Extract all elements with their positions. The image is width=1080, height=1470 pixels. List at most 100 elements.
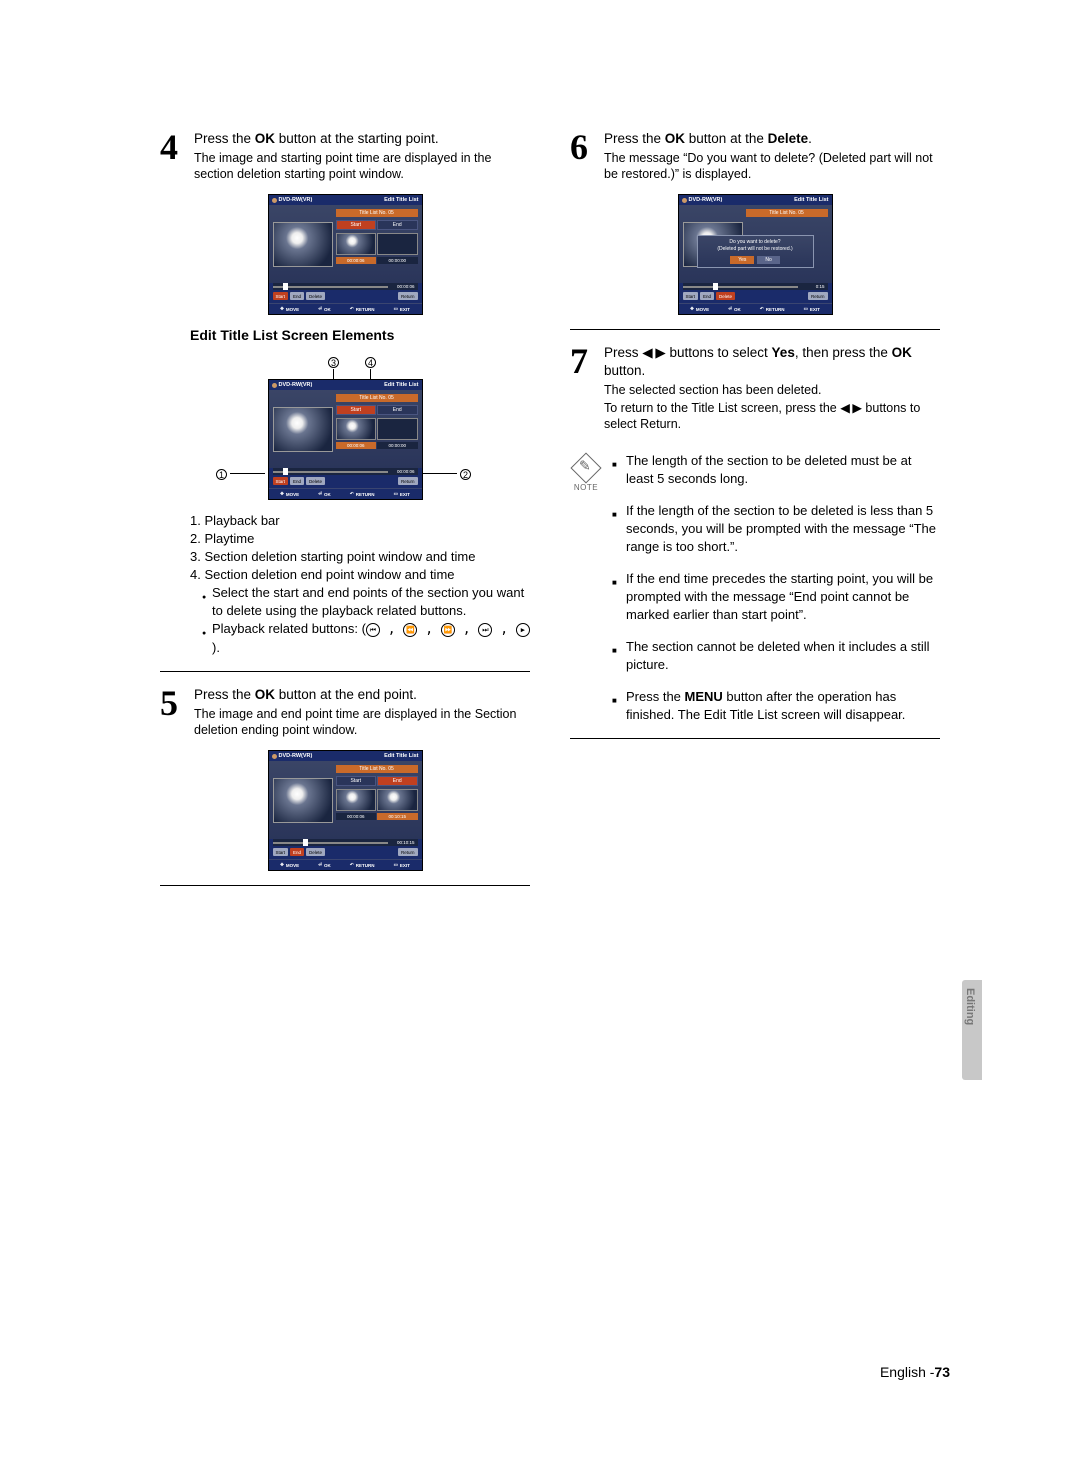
t: . <box>808 131 812 146</box>
btn-end: End <box>290 477 304 485</box>
title-list-no: Title List No. 05 <box>336 209 418 217</box>
fig-title: Edit Title List <box>794 197 828 203</box>
note-label: NOTE <box>570 483 602 492</box>
fig-title: Edit Title List <box>384 197 418 203</box>
end-thumb <box>377 233 418 255</box>
no-button: No <box>757 256 779 264</box>
btn-delete: Delete <box>306 848 325 856</box>
nav-move: ✥ MOVE <box>690 306 709 312</box>
nav-exit: ▭ EXIT <box>804 306 820 312</box>
end-label: End <box>377 776 418 786</box>
t: button at the <box>685 131 768 146</box>
step-number: 4 <box>160 130 186 182</box>
note-icon: NOTE <box>570 452 602 738</box>
t: Yes <box>772 345 795 360</box>
note-item: If the length of the section to be delet… <box>612 502 940 556</box>
dialog-line1: Do you want to delete? <box>701 239 810 246</box>
end-thumb <box>377 418 418 440</box>
btn-return: Return <box>398 477 418 485</box>
end-time: 00:00:00 <box>377 442 418 449</box>
disc-label: DVD-RW(VR) <box>689 197 723 203</box>
callout-1: 1 <box>216 469 227 480</box>
end-label: End <box>377 405 418 415</box>
confirm-dialog: Do you want to delete? (Deleted part wil… <box>697 235 814 268</box>
step-number: 6 <box>570 130 596 182</box>
page-number: 73 <box>934 1364 950 1380</box>
end-thumb <box>377 789 418 811</box>
list-item: Select the start and end points of the s… <box>202 584 530 620</box>
step-text: Press the OK button at the end point. Th… <box>194 686 530 738</box>
btn-start: Start <box>273 477 289 485</box>
play-icon: ▶ <box>516 623 530 637</box>
btn-return: Return <box>398 292 418 300</box>
note-item: The length of the section to be deleted … <box>612 452 940 488</box>
preview-thumbnail <box>273 222 333 267</box>
btn-return: Return <box>808 292 828 300</box>
dialog-line2: (Deleted part will not be restored.) <box>701 246 810 253</box>
step-sub: The selected section has been deleted. <box>604 382 940 398</box>
start-thumb <box>336 789 377 811</box>
t: Press the <box>604 131 665 146</box>
btn-end: End <box>290 848 304 856</box>
step-6: 6 Press the OK button at the Delete. The… <box>570 130 940 182</box>
list-item: Playback related buttons: (⏮ , ⏪ , ⏩ , ⏭… <box>202 620 530 657</box>
btn-delete: Delete <box>306 477 325 485</box>
step-5: 5 Press the OK button at the end point. … <box>160 686 530 738</box>
step-sub: To return to the Title List screen, pres… <box>604 400 940 432</box>
separator <box>570 738 940 739</box>
start-thumb <box>336 418 377 440</box>
list-item: 3. Section deletion starting point windo… <box>190 548 530 566</box>
nav-return: ↶ RETURN <box>350 491 375 497</box>
note-box: NOTE The length of the section to be del… <box>570 452 940 738</box>
yes-button: Yes <box>730 256 754 264</box>
t: OK <box>892 345 912 360</box>
btn-delete: Delete <box>306 292 325 300</box>
figure-elements: 3 4 1 2 DVD-RW(VR)Edit Title List Title … <box>160 355 530 500</box>
btn-end: End <box>700 292 714 300</box>
separator <box>160 885 530 886</box>
chapter-tab: Editing <box>962 980 982 1080</box>
callout-3: 3 <box>328 357 339 368</box>
step-7: 7 Press ◀ ▶ buttons to select Yes, then … <box>570 344 940 432</box>
nav-ok: ⏎ OK <box>318 862 331 868</box>
title-list-no: Title List No. 05 <box>746 209 828 217</box>
end-label: End <box>377 220 418 230</box>
t: OK <box>665 131 685 146</box>
step-text: Press the OK button at the Delete. The m… <box>604 130 940 182</box>
list-item: 4. Section deletion end point window and… <box>190 566 530 584</box>
figure-step4: DVD-RW(VR)Edit Title List Title List No.… <box>160 194 530 315</box>
footer-lang: English - <box>880 1364 934 1380</box>
nav-exit: ▭ EXIT <box>394 862 410 868</box>
callout-4: 4 <box>365 357 376 368</box>
skip-back-icon: ⏮ <box>366 623 380 637</box>
fig-title: Edit Title List <box>384 382 418 388</box>
nav-exit: ▭ EXIT <box>394 306 410 312</box>
step-number: 5 <box>160 686 186 738</box>
nav-ok: ⏎ OK <box>318 491 331 497</box>
nav-return: ↶ RETURN <box>350 862 375 868</box>
step-number: 7 <box>570 344 596 432</box>
start-time: 00:00:06 <box>336 257 377 264</box>
step-sub: The image and end point time are display… <box>194 706 530 738</box>
t: button. <box>604 363 645 378</box>
step-text: Press ◀ ▶ buttons to select Yes, then pr… <box>604 344 940 432</box>
left-column: 4 Press the OK button at the starting po… <box>160 130 530 900</box>
playbar-time: 00:00:06 <box>397 284 415 289</box>
elements-numbered-list: 1. Playback bar 2. Playtime 3. Section d… <box>190 512 530 657</box>
separator <box>570 329 940 330</box>
forward-icon: ⏩ <box>441 623 455 637</box>
step-text: Press the OK button at the starting poin… <box>194 130 530 182</box>
start-label: Start <box>336 220 377 230</box>
nav-ok: ⏎ OK <box>728 306 741 312</box>
t: , then press the <box>795 345 892 360</box>
skip-fwd-icon: ⏭ <box>478 623 492 637</box>
elements-heading: Edit Title List Screen Elements <box>190 327 530 343</box>
btn-start: Start <box>273 292 289 300</box>
note-item: Press the MENU button after the operatio… <box>612 688 940 724</box>
preview-thumbnail <box>273 407 333 452</box>
step-sub: The message “Do you want to delete? (Del… <box>604 150 940 182</box>
start-time: 00:00:06 <box>336 813 377 820</box>
t: button at the end point. <box>275 687 417 702</box>
playbar-time: 00:00:06 <box>397 469 415 474</box>
nav-return: ↶ RETURN <box>350 306 375 312</box>
